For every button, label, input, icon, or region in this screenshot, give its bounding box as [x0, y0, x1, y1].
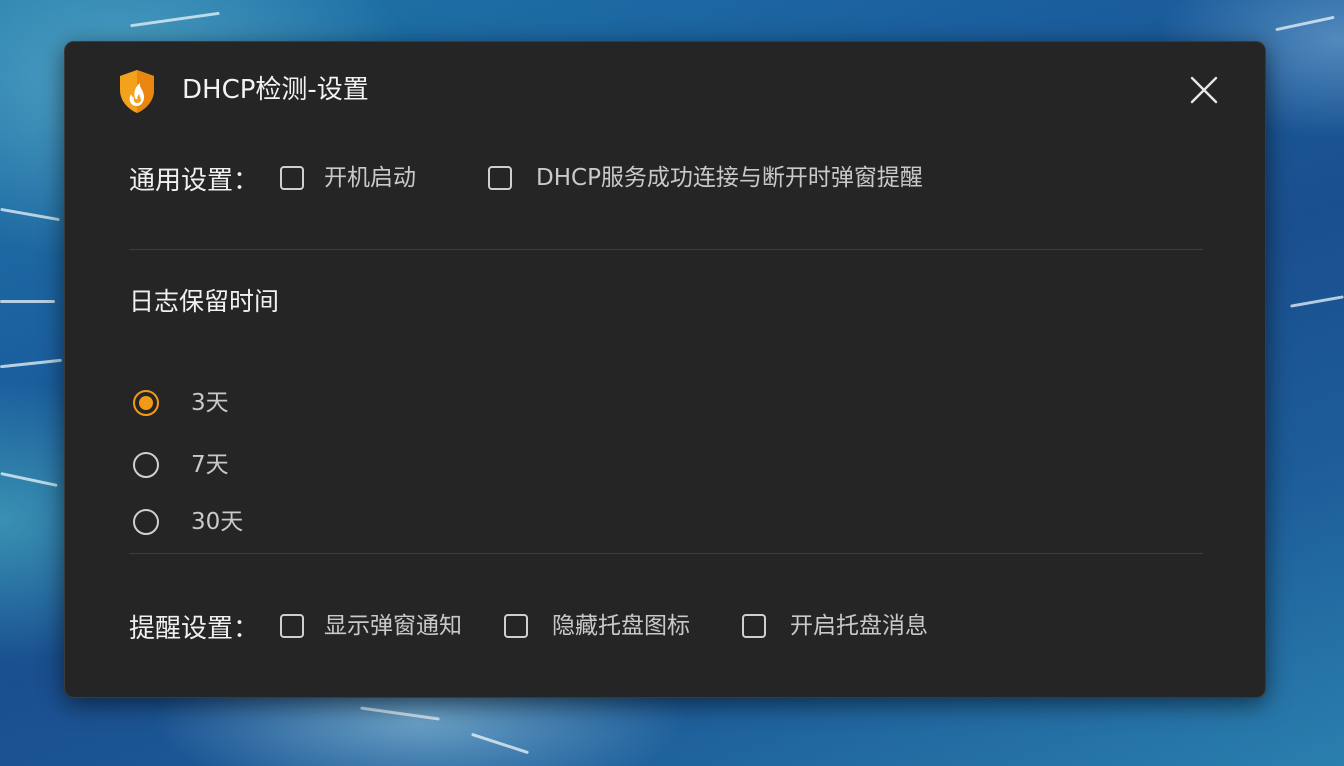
- window-title: DHCP检测-设置: [182, 75, 369, 105]
- radio-label: 7天: [191, 452, 229, 478]
- checkbox-label: 开机启动: [324, 165, 416, 191]
- section-divider: [129, 553, 1203, 554]
- checkbox-box[interactable]: [742, 614, 766, 638]
- radio-3-days[interactable]: 3天: [133, 385, 229, 421]
- checkbox-label: DHCP服务成功连接与断开时弹窗提醒: [536, 165, 923, 191]
- close-button[interactable]: [1183, 72, 1225, 110]
- checkbox-box[interactable]: [504, 614, 528, 638]
- checkbox-box[interactable]: [280, 614, 304, 638]
- checkbox-label: 隐藏托盘图标: [552, 613, 690, 639]
- wallpaper-foam: [1275, 15, 1335, 32]
- close-icon: [1190, 76, 1218, 104]
- wallpaper-foam: [130, 11, 220, 28]
- checkbox-box[interactable]: [280, 166, 304, 190]
- wallpaper-foam: [1290, 295, 1344, 308]
- checkbox-box[interactable]: [488, 166, 512, 190]
- reminder-settings-label: 提醒设置：: [129, 614, 260, 644]
- dhcp-connect-popup-checkbox[interactable]: DHCP服务成功连接与断开时弹窗提醒: [488, 160, 923, 196]
- checkbox-label: 显示弹窗通知: [324, 613, 462, 639]
- wallpaper-foam: [471, 732, 529, 755]
- wallpaper-foam: [0, 472, 58, 487]
- general-settings-label: 通用设置：: [129, 166, 260, 196]
- checkbox-label: 开启托盘消息: [790, 613, 928, 639]
- settings-dialog: DHCP检测-设置 通用设置： 开机启动 DHCP服务成功连接与断开时弹窗提醒 …: [64, 41, 1266, 698]
- hide-tray-icon-checkbox[interactable]: 隐藏托盘图标: [504, 608, 690, 644]
- log-retention-heading: 日志保留时间: [129, 287, 280, 316]
- enable-tray-message-checkbox[interactable]: 开启托盘消息: [742, 608, 928, 644]
- radio-label: 30天: [191, 509, 244, 535]
- radio-label: 3天: [191, 390, 229, 416]
- show-popup-notification-checkbox[interactable]: 显示弹窗通知: [280, 608, 462, 644]
- wallpaper-foam: [360, 706, 440, 721]
- wallpaper-foam: [0, 358, 62, 369]
- autostart-checkbox[interactable]: 开机启动: [280, 160, 416, 196]
- radio-button[interactable]: [133, 452, 159, 478]
- shield-flame-icon: [120, 70, 154, 113]
- wallpaper-foam: [0, 207, 60, 222]
- radio-30-days[interactable]: 30天: [133, 504, 243, 540]
- section-divider: [129, 249, 1203, 250]
- radio-7-days[interactable]: 7天: [133, 447, 229, 483]
- radio-button[interactable]: [133, 509, 159, 535]
- wallpaper-foam: [0, 300, 55, 303]
- radio-button[interactable]: [133, 390, 159, 416]
